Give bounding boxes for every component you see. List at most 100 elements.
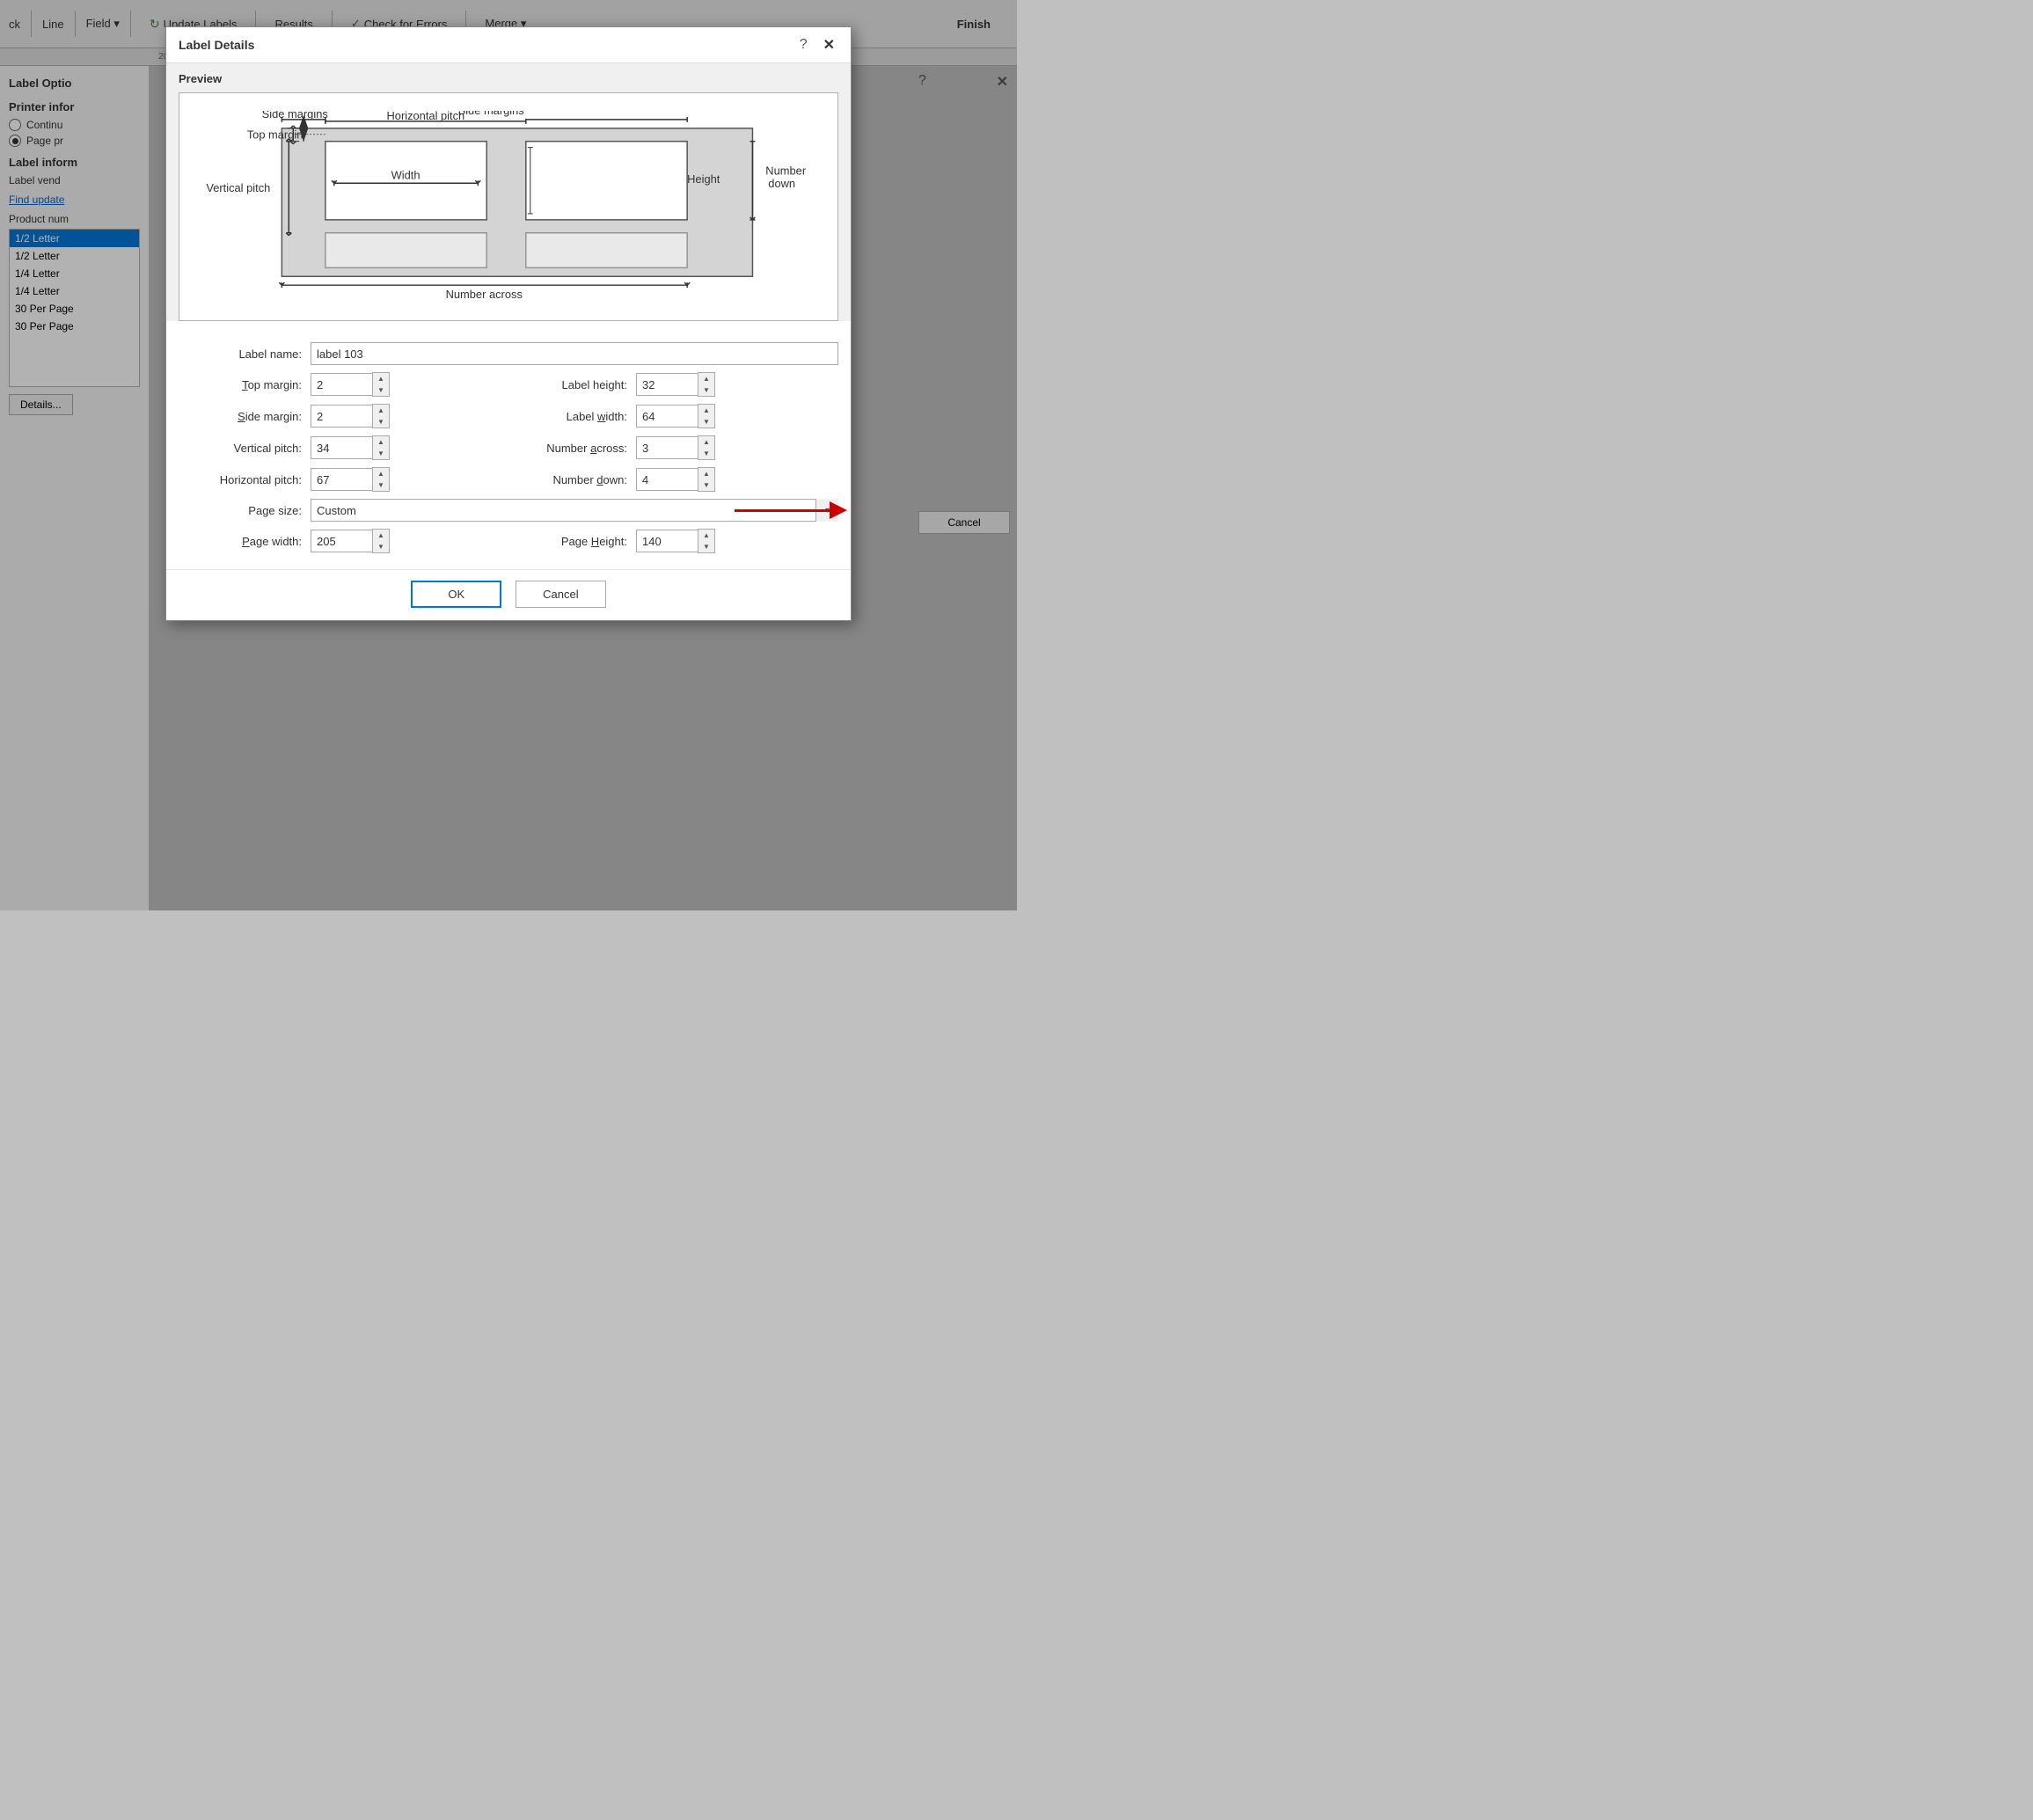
svg-text:down: down [768,177,795,190]
side-margin-label: Side margin: [179,410,302,423]
number-down-down[interactable]: ▼ [698,479,714,491]
number-down-input-group: ▲ ▼ [636,467,724,492]
page-size-label: Page size: [179,504,302,517]
vertical-pitch-down[interactable]: ▼ [373,448,389,459]
svg-text:Height: Height [687,172,720,186]
top-margin-height-row: Top margin: ▲ ▼ Label height: ▲ [179,372,838,397]
svg-text:Side margins: Side margins [262,111,328,121]
page-height-input-group: ▲ ▼ [636,529,724,553]
vertical-pitch-label: Vertical pitch: [179,442,302,455]
dialog-title: Label Details [179,38,254,52]
side-margin-input[interactable] [311,405,372,428]
page-width-spinner: ▲ ▼ [372,529,390,553]
page-height-label: Page Height: [513,535,627,548]
top-margin-col: Top margin: ▲ ▼ [179,372,504,397]
side-margin-down[interactable]: ▼ [373,416,389,428]
horizontal-pitch-up[interactable]: ▲ [373,468,389,479]
vertical-pitch-up[interactable]: ▲ [373,436,389,448]
label-height-input-group: ▲ ▼ [636,372,724,397]
page-height-spinner: ▲ ▼ [698,529,715,553]
label-width-input-group: ▲ ▼ [636,404,724,428]
horizontal-pitch-input-group: ▲ ▼ [311,467,399,492]
svg-text:Horizontal pitch: Horizontal pitch [386,111,464,122]
page-height-down[interactable]: ▼ [698,541,714,552]
vertical-pitch-spinner: ▲ ▼ [372,435,390,460]
number-across-col: Number across: ▲ ▼ [513,435,838,460]
label-height-down[interactable]: ▼ [698,384,714,396]
svg-text:Vertical pitch: Vertical pitch [206,181,270,194]
page-height-col: Page Height: ▲ ▼ [513,529,838,553]
label-name-row: Label name: [179,342,838,365]
vertical-pitch-col: Vertical pitch: ▲ ▼ [179,435,504,460]
page-width-height-row: Page width: ▲ ▼ Page Height: ▲ [179,529,838,553]
page-size-row: Page size: Custom Letter A4 ▾ [179,499,838,522]
label-width-spinner: ▲ ▼ [698,404,715,428]
vertical-pitch-number-across-row: Vertical pitch: ▲ ▼ Number across: [179,435,838,460]
modal-overlay: Label Details ? ✕ Preview [0,0,1017,910]
label-height-spinner: ▲ ▼ [698,372,715,397]
preview-label: Preview [179,72,838,85]
label-width-up[interactable]: ▲ [698,405,714,416]
horizontal-pitch-col: Horizontal pitch: ▲ ▼ [179,467,504,492]
dialog-close-button[interactable]: ✕ [820,36,838,54]
label-height-input[interactable] [636,373,698,396]
label-width-label: Label width: [513,410,627,423]
diagram-svg: Side margins Horizontal pitch [197,111,820,303]
red-arrow-annotation [735,501,847,519]
dialog-buttons: OK Cancel [166,569,851,620]
top-margin-up[interactable]: ▲ [373,373,389,384]
dialog-form: Label name: Top margin: ▲ ▼ Label [166,330,851,569]
vertical-pitch-input-group: ▲ ▼ [311,435,399,460]
svg-text:Side margins: Side margins [458,111,524,117]
side-margin-col: Side margin: ▲ ▼ [179,404,504,428]
label-width-down[interactable]: ▼ [698,416,714,428]
svg-text:Number across: Number across [446,288,523,301]
top-margin-spinner: ▲ ▼ [372,372,390,397]
label-height-label: Label height: [513,378,627,391]
side-margin-up[interactable]: ▲ [373,405,389,416]
number-down-up[interactable]: ▲ [698,468,714,479]
page-width-input-group: ▲ ▼ [311,529,399,553]
number-down-input[interactable] [636,468,698,491]
horizontal-pitch-label: Horizontal pitch: [179,473,302,486]
number-across-input[interactable] [636,436,698,459]
vertical-pitch-input[interactable] [311,436,372,459]
label-height-col: Label height: ▲ ▼ [513,372,838,397]
side-margin-spinner: ▲ ▼ [372,404,390,428]
preview-section: Preview [166,63,851,321]
horizontal-pitch-down[interactable]: ▼ [373,479,389,491]
top-margin-label: Top margin: [179,378,302,391]
page-height-input[interactable] [636,530,698,552]
page-width-down[interactable]: ▼ [373,541,389,552]
page-width-col: Page width: ▲ ▼ [179,529,504,553]
label-height-up[interactable]: ▲ [698,373,714,384]
dialog-help-button[interactable]: ? [796,37,811,53]
top-margin-down[interactable]: ▼ [373,384,389,396]
label-name-label: Label name: [179,347,302,361]
page-width-label: Page width: [179,535,302,548]
svg-text:Number: Number [765,164,807,177]
label-details-dialog: Label Details ? ✕ Preview [165,26,852,621]
cancel-button[interactable]: Cancel [516,581,605,608]
page-width-up[interactable]: ▲ [373,530,389,541]
horizontal-pitch-number-down-row: Horizontal pitch: ▲ ▼ Number down: [179,467,838,492]
ok-button[interactable]: OK [411,581,501,608]
side-margin-width-row: Side margin: ▲ ▼ Label width: ▲ [179,404,838,428]
horizontal-pitch-input[interactable] [311,468,372,491]
label-width-input[interactable] [636,405,698,428]
arrow-head [830,501,847,519]
label-name-input[interactable] [311,342,838,365]
number-across-input-group: ▲ ▼ [636,435,724,460]
number-across-up[interactable]: ▲ [698,436,714,448]
titlebar-controls: ? ✕ [796,36,838,54]
horizontal-pitch-spinner: ▲ ▼ [372,467,390,492]
number-down-spinner: ▲ ▼ [698,467,715,492]
preview-diagram: Side margins Horizontal pitch [179,92,838,321]
dialog-titlebar: Label Details ? ✕ [166,27,851,63]
number-across-spinner: ▲ ▼ [698,435,715,460]
page-width-input[interactable] [311,530,372,552]
page-height-up[interactable]: ▲ [698,530,714,541]
label-width-col: Label width: ▲ ▼ [513,404,838,428]
number-across-down[interactable]: ▼ [698,448,714,459]
top-margin-input[interactable] [311,373,372,396]
